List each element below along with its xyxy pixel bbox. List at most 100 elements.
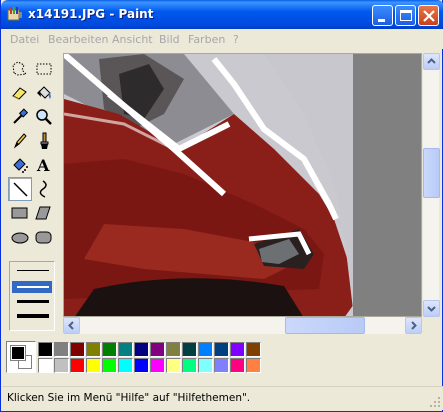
scroll-left-button[interactable] <box>63 317 80 334</box>
scroll-up-button[interactable] <box>423 53 440 70</box>
title-bar[interactable]: x14191.JPG - Paint <box>1 0 443 29</box>
eraser-icon <box>12 87 27 100</box>
arrow-left-icon <box>68 321 74 330</box>
maximize-icon <box>400 10 412 21</box>
scrollbar-corner <box>422 317 439 334</box>
color-swatch[interactable] <box>198 342 213 357</box>
line-width-2[interactable] <box>17 286 49 288</box>
drawing-canvas[interactable] <box>63 53 422 317</box>
pencil-tool[interactable] <box>8 129 32 153</box>
color-swatch[interactable] <box>102 342 117 357</box>
close-button[interactable] <box>418 5 439 26</box>
curve-icon <box>39 180 47 198</box>
color-swatch[interactable] <box>246 342 261 357</box>
toolbox: A <box>4 53 60 333</box>
color-swatch[interactable] <box>134 358 149 373</box>
menu-ansicht[interactable]: Ansicht <box>112 33 153 46</box>
color-swatch[interactable] <box>166 342 181 357</box>
free-select-tool[interactable] <box>8 57 32 81</box>
rectangle-tool[interactable] <box>8 201 32 225</box>
arrow-down-icon <box>427 306 436 312</box>
color-swatch[interactable] <box>182 358 197 373</box>
line-width-options <box>9 261 55 331</box>
vertical-scrollbar[interactable] <box>422 53 440 317</box>
text-icon: A <box>36 156 50 175</box>
horizontal-scroll-thumb[interactable] <box>285 317 365 334</box>
brush-icon <box>40 132 49 149</box>
brush-tool[interactable] <box>32 129 56 153</box>
line-tool[interactable] <box>8 177 32 201</box>
line-width-3[interactable] <box>17 300 49 303</box>
eraser-tool[interactable] <box>8 81 32 105</box>
minimize-button[interactable] <box>372 5 393 26</box>
ellipse-tool[interactable] <box>8 225 32 249</box>
scroll-right-button[interactable] <box>405 317 422 334</box>
status-text: Klicken Sie im Menü "Hilfe" auf "Hilfeth… <box>7 392 251 404</box>
rectangle-icon <box>11 207 28 219</box>
color-swatch[interactable] <box>182 342 197 357</box>
foreground-color-swatch <box>11 346 25 360</box>
color-swatch[interactable] <box>86 342 101 357</box>
vertical-scroll-thumb[interactable] <box>423 148 440 198</box>
fill-bucket-icon <box>37 86 51 99</box>
color-swatch[interactable] <box>38 342 53 357</box>
paint-window: x14191.JPG - Paint Datei Bearbeiten Ansi… <box>0 0 443 412</box>
menu-datei[interactable]: Datei <box>10 33 39 46</box>
svg-text:A: A <box>36 156 50 175</box>
pencil-icon <box>13 133 27 149</box>
color-swatch[interactable] <box>70 358 85 373</box>
curve-tool[interactable] <box>32 177 56 201</box>
fill-bucket-tool[interactable] <box>32 81 56 105</box>
menu-farben[interactable]: Farben <box>188 33 225 46</box>
color-swatch[interactable] <box>134 342 149 357</box>
line-width-1[interactable] <box>17 270 49 271</box>
color-palette <box>4 337 440 381</box>
rect-select-tool[interactable] <box>32 57 56 81</box>
color-swatch[interactable] <box>102 358 117 373</box>
line-icon <box>13 182 28 197</box>
airbrush-icon <box>13 158 28 173</box>
polygon-tool[interactable] <box>32 201 56 225</box>
resize-grip-icon[interactable] <box>429 396 441 408</box>
color-swatch[interactable] <box>118 358 133 373</box>
color-swatch[interactable] <box>150 342 165 357</box>
color-swatch[interactable] <box>70 342 85 357</box>
magnifier-icon <box>36 109 52 125</box>
rounded-rect-tool[interactable] <box>32 225 56 249</box>
rect-select-icon <box>36 63 52 75</box>
color-swatch[interactable] <box>54 342 69 357</box>
color-swatch[interactable] <box>38 358 53 373</box>
maximize-button[interactable] <box>395 5 416 26</box>
color-swatch[interactable] <box>246 358 261 373</box>
paint-app-icon[interactable] <box>7 6 23 22</box>
color-swatch[interactable] <box>230 358 245 373</box>
car-photo-image <box>64 54 421 316</box>
color-swatch[interactable] <box>118 342 133 357</box>
close-icon <box>423 10 435 22</box>
horizontal-scrollbar[interactable] <box>63 317 422 334</box>
magnifier-tool[interactable] <box>32 105 56 129</box>
color-swatch[interactable] <box>54 358 69 373</box>
color-picker-tool[interactable] <box>8 105 32 129</box>
color-swatch[interactable] <box>166 358 181 373</box>
arrow-up-icon <box>427 58 436 64</box>
rounded-rect-icon <box>35 231 52 244</box>
status-bar: Klicken Sie im Menü "Hilfe" auf "Hilfeth… <box>2 386 443 410</box>
arrow-right-icon <box>411 321 417 330</box>
color-swatch[interactable] <box>86 358 101 373</box>
text-tool[interactable]: A <box>32 153 56 177</box>
airbrush-tool[interactable] <box>8 153 32 177</box>
current-colors[interactable] <box>6 341 36 373</box>
color-swatch[interactable] <box>230 342 245 357</box>
menu-bearbeiten[interactable]: Bearbeiten <box>48 33 108 46</box>
color-swatch[interactable] <box>198 358 213 373</box>
menu-bar: Datei Bearbeiten Ansicht Bild Farben ? <box>2 29 443 49</box>
menu-bild[interactable]: Bild <box>159 33 180 46</box>
color-swatch[interactable] <box>214 358 229 373</box>
scroll-down-button[interactable] <box>423 300 440 317</box>
color-swatch[interactable] <box>150 358 165 373</box>
line-width-4[interactable] <box>17 314 49 318</box>
color-swatch[interactable] <box>214 342 229 357</box>
window-title: x14191.JPG - Paint <box>28 7 154 21</box>
menu-help[interactable]: ? <box>233 33 239 46</box>
